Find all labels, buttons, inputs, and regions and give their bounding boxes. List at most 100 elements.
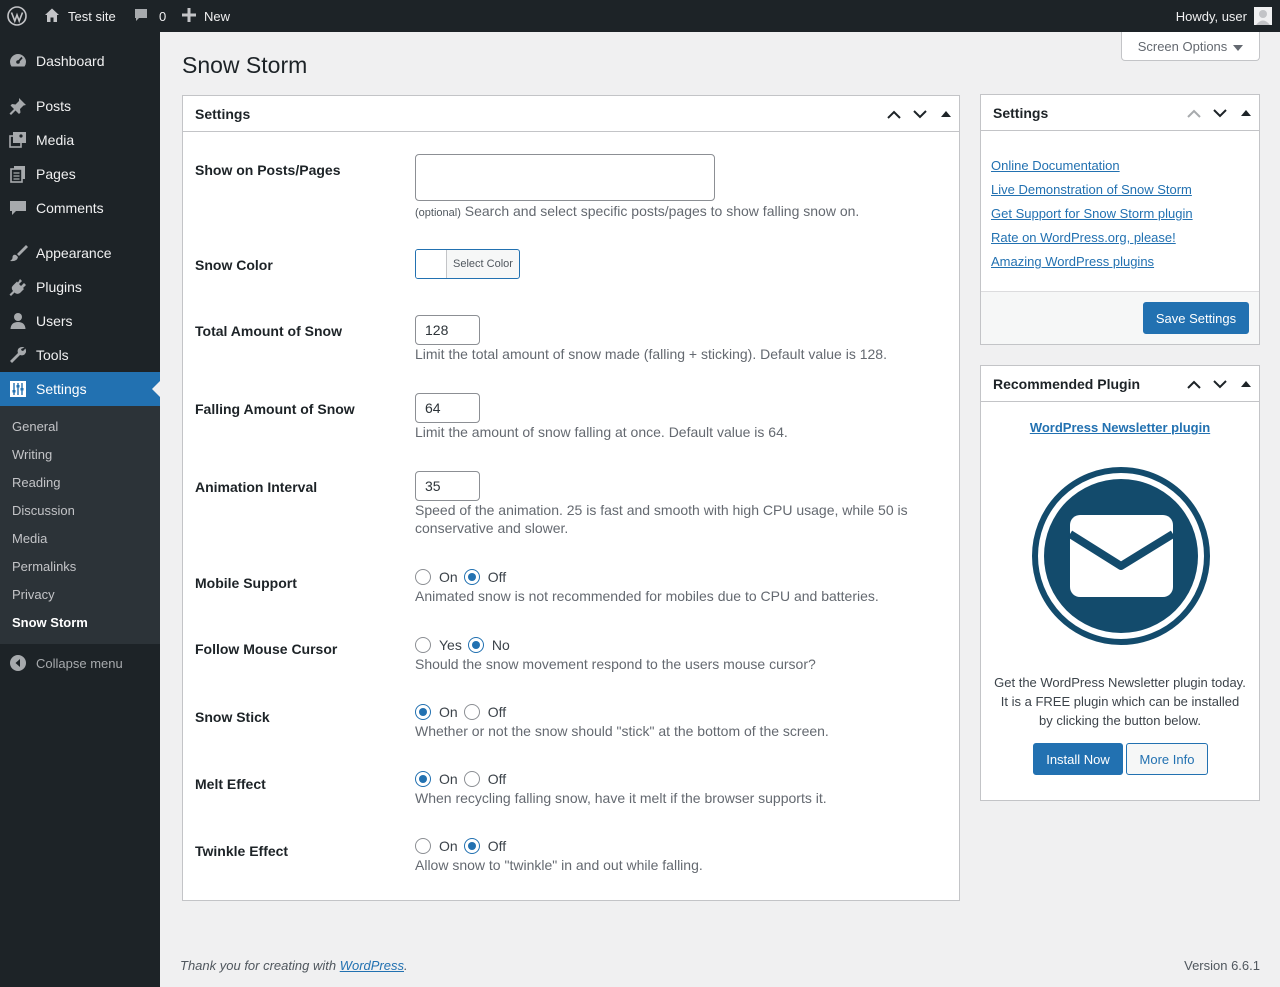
home-icon [44,7,60,26]
submenu-item-general[interactable]: General [12,419,58,434]
my-account-link[interactable]: Howdy, user [1176,0,1272,32]
follow-mouse-radios: Yes No [415,635,935,655]
twinkle-on-radio[interactable] [415,838,431,854]
submenu-item-discussion[interactable]: Discussion [12,503,75,518]
twinkle-off-radio[interactable] [463,838,480,854]
collapse-menu-button[interactable]: Collapse menu [0,648,160,678]
settings-postbox-header: Settings [183,96,959,132]
mobile-support-radios: On Off [415,567,935,587]
pages-icon [8,164,28,184]
site-name-link[interactable]: Test site [44,0,116,32]
sidebar-item-settings[interactable]: Settings [0,372,160,406]
comments-link[interactable]: 0 [133,0,166,32]
toggle-panel-icon[interactable] [933,111,959,117]
submenu-item-media[interactable]: Media [12,531,47,546]
submenu-item-snow-storm[interactable]: Snow Storm [12,615,88,630]
link-get-support[interactable]: Get Support for Snow Storm plugin [991,206,1193,221]
sidebar-item-dashboard[interactable]: Dashboard [0,44,160,78]
link-amazing-plugins[interactable]: Amazing WordPress plugins [991,254,1154,269]
sidebar-item-label: Pages [36,166,76,182]
dashboard-icon [8,51,28,71]
follow-no-radio[interactable] [467,637,484,653]
animation-interval-description: Speed of the animation. 25 is fast and s… [415,502,908,536]
animation-interval-input[interactable] [415,471,480,501]
melt-off-radio[interactable] [463,771,480,787]
settings-postbox: Settings Show on Posts/Pages (optional) … [182,95,960,901]
screen-options-button[interactable]: Screen Options [1121,32,1260,61]
total-snow-label: Total Amount of Snow [195,323,342,339]
sidebar-item-label: Dashboard [36,53,105,69]
new-content-link[interactable]: New [182,0,230,32]
howdy-text: Howdy, user [1175,8,1247,24]
stick-on-radio[interactable] [415,704,431,720]
follow-mouse-label: Follow Mouse Cursor [195,641,338,657]
move-up-icon[interactable] [1181,380,1207,389]
snow-stick-radios: On Off [415,702,935,722]
stick-on-label: On [439,704,458,720]
twinkle-effect-radios: On Off [415,836,935,856]
twinkle-on-label: On [439,838,458,854]
recommended-desc-line-2: It is a FREE plugin which can be install… [1000,694,1240,709]
sidebar-item-label: Media [36,132,75,148]
toggle-panel-icon[interactable] [1233,381,1259,387]
submenu-item-privacy[interactable]: Privacy [12,587,55,602]
optional-tag: (optional) [415,207,461,219]
falling-snow-description: Limit the amount of snow falling at once… [415,424,788,440]
sidebar-item-posts[interactable]: Posts [0,89,160,123]
mobile-support-description: Animated snow is not recommended for mob… [415,588,879,604]
total-snow-input[interactable] [415,315,480,345]
sidebar-item-users[interactable]: Users [0,304,160,338]
footer-thanks: Thank you for creating with WordPress. [180,958,408,973]
wordpress-link[interactable]: WordPress [340,958,404,973]
install-now-button[interactable]: Install Now [1033,743,1123,775]
postbox-controls [881,96,959,132]
caret-down-icon [1233,39,1244,54]
mobile-on-radio[interactable] [415,569,431,585]
new-label: New [204,8,231,24]
move-down-icon[interactable] [1207,379,1233,389]
wordpress-logo-icon[interactable] [7,0,27,32]
mobile-off-radio[interactable] [463,569,480,585]
follow-mouse-description: Should the snow movement respond to the … [415,656,816,672]
sidebar-item-media[interactable]: Media [0,123,160,157]
twinkle-off-label: Off [487,838,507,854]
sidebar-item-pages[interactable]: Pages [0,157,160,191]
sidebar-item-comments[interactable]: Comments [0,191,160,225]
link-rate-plugin[interactable]: Rate on WordPress.org, please! [991,230,1176,245]
falling-snow-input[interactable] [415,393,480,423]
melt-effect-description: When recycling falling snow, have it mel… [415,790,827,806]
move-up-icon[interactable] [881,110,907,119]
stick-off-radio[interactable] [463,704,480,720]
more-info-button[interactable]: More Info [1126,743,1208,775]
submenu-item-writing[interactable]: Writing [12,447,52,462]
show-on-description-wrap: (optional) Search and select specific po… [415,202,935,222]
toggle-panel-icon[interactable] [1233,110,1259,116]
link-live-demonstration[interactable]: Live Demonstration of Snow Storm [991,182,1192,197]
link-online-documentation[interactable]: Online Documentation [991,158,1120,173]
follow-yes-radio[interactable] [415,637,431,653]
color-picker-button[interactable]: Select Color [415,249,520,279]
show-on-label: Show on Posts/Pages [195,162,341,178]
show-on-description: Search and select specific posts/pages t… [464,203,860,219]
submenu-item-permalinks[interactable]: Permalinks [12,559,76,574]
melt-on-label: On [439,771,458,787]
move-down-icon[interactable] [907,109,933,119]
save-settings-button[interactable]: Save Settings [1143,302,1249,334]
sidebar-item-label: Appearance [36,245,112,261]
page-title: Snow Storm [182,52,308,78]
side-settings-controls [1181,95,1259,131]
sidebar-item-appearance[interactable]: Appearance [0,236,160,270]
melt-on-radio[interactable] [415,771,431,787]
move-down-icon[interactable] [1207,108,1233,118]
posts-pages-select[interactable] [415,154,715,201]
submenu-item-reading[interactable]: Reading [12,475,60,490]
newsletter-plugin-link[interactable]: WordPress Newsletter plugin [981,420,1259,435]
move-up-icon[interactable] [1181,109,1207,118]
twinkle-effect-description: Allow snow to "twinkle" in and out while… [415,857,703,873]
newsletter-envelope-icon[interactable] [1031,466,1211,646]
comments-count: 0 [159,8,167,24]
sidebar-item-tools[interactable]: Tools [0,338,160,372]
collapse-menu-label: Collapse menu [36,655,123,671]
sidebar-item-plugins[interactable]: Plugins [0,270,160,304]
screen-options-label: Screen Options [1137,38,1228,54]
